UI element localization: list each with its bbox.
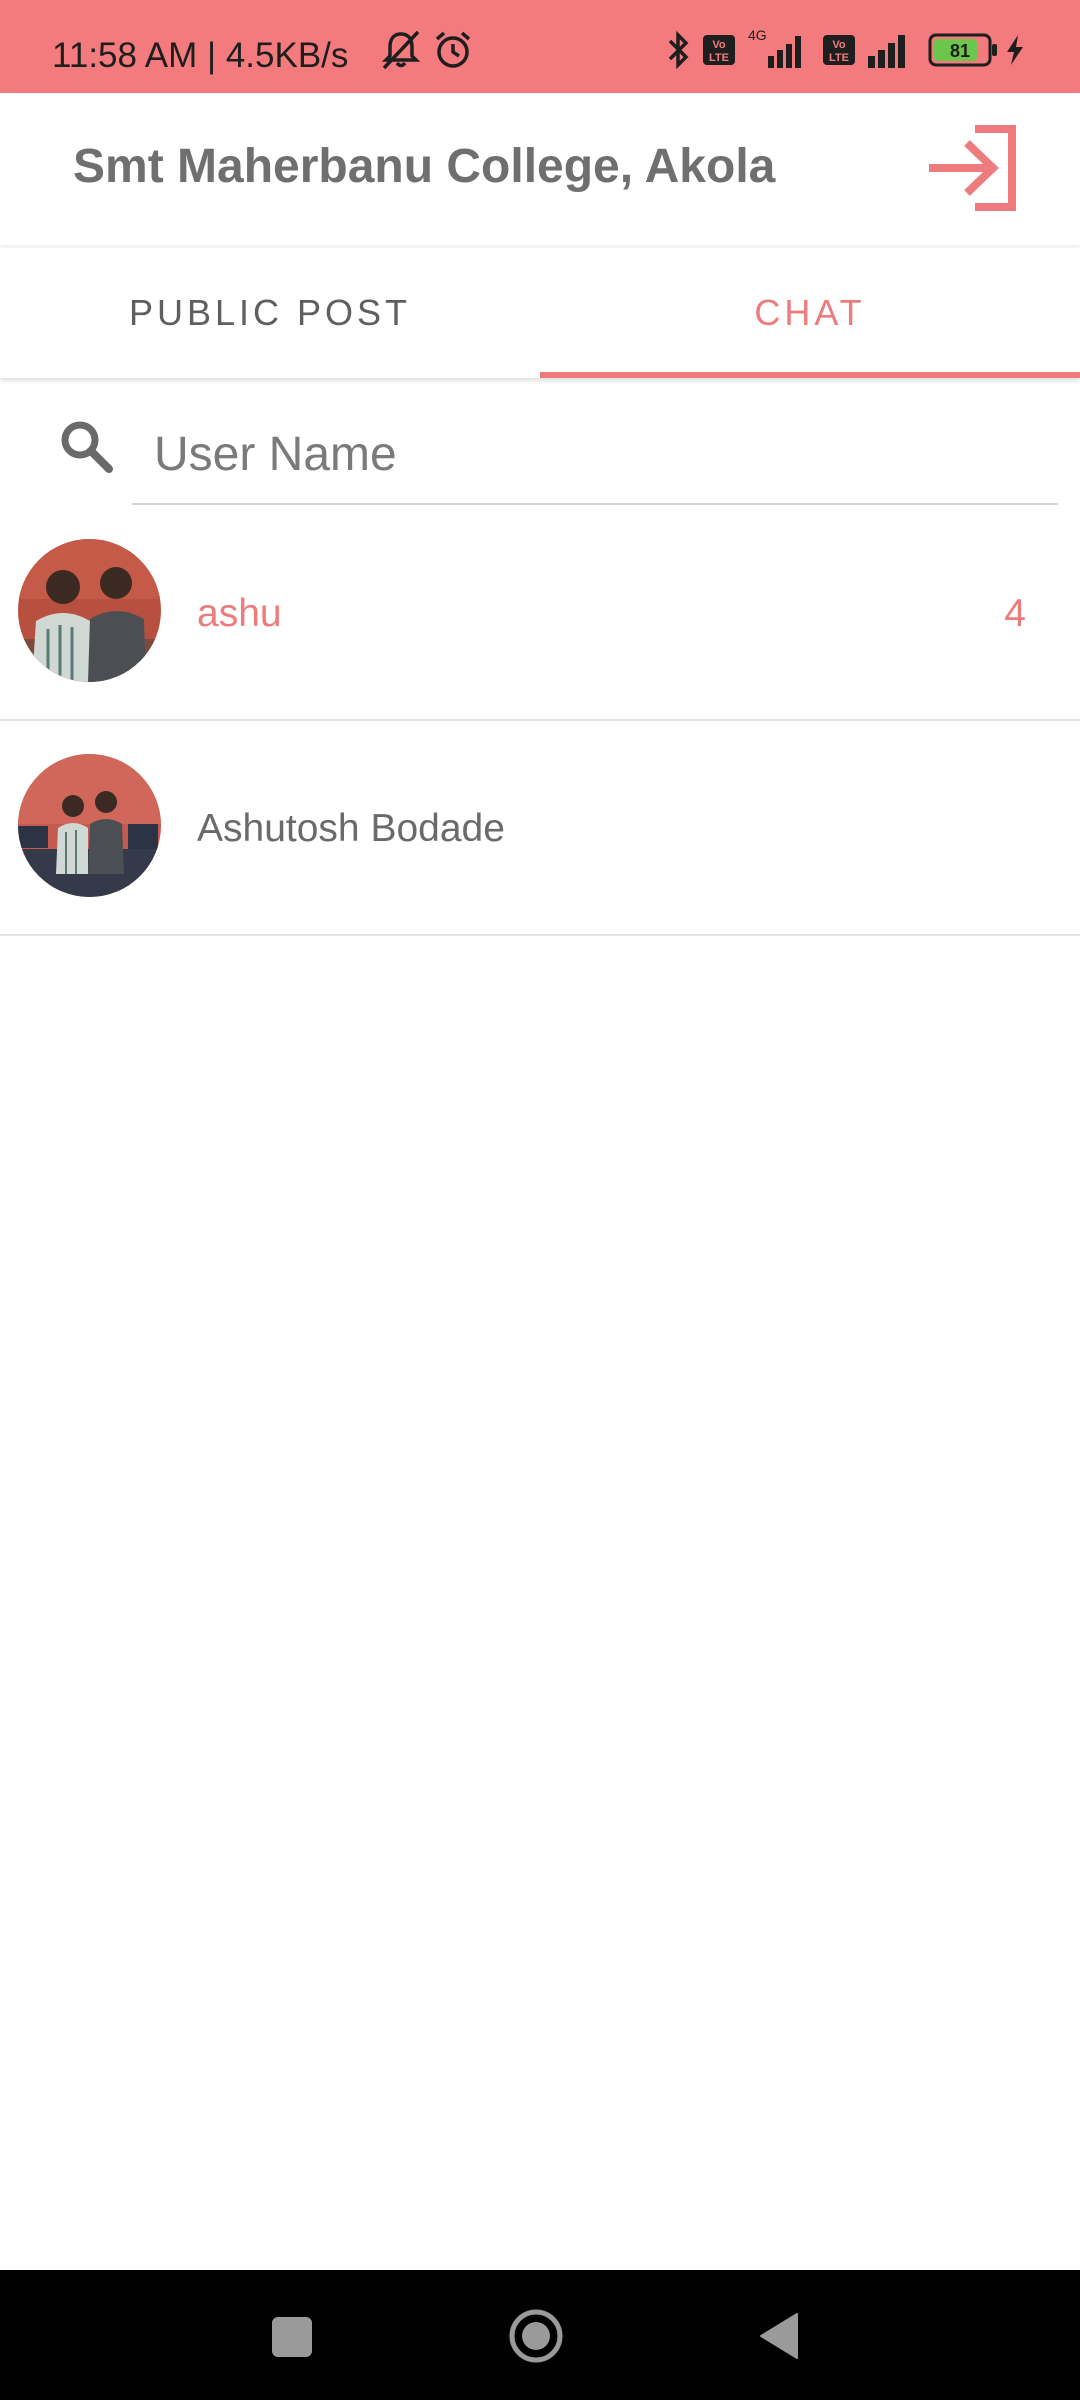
status-icons: Vo LTE 4G Vo LTE 81	[381, 27, 1080, 70]
svg-text:Vo: Vo	[832, 39, 846, 51]
bluetooth-icon	[668, 30, 689, 70]
system-nav-bar	[0, 2270, 1080, 2400]
chat-name: Ashutosh Bodade	[197, 807, 505, 850]
battery-level: 81	[950, 41, 970, 61]
logout-icon	[929, 125, 1016, 211]
volte-icon: Vo LTE	[823, 35, 855, 65]
chat-name: ashu	[197, 592, 282, 635]
status-time: 11:58 AM | 4.5KB/s	[52, 36, 349, 75]
tab-indicator	[540, 372, 1080, 378]
network-type-label: 4G	[748, 27, 767, 43]
list-item[interactable]: Ashutosh Bodade	[0, 722, 1080, 936]
svg-text:Vo: Vo	[712, 39, 726, 51]
svg-text:LTE: LTE	[709, 52, 729, 64]
tab-bar: PUBLIC POST CHAT	[0, 248, 1080, 378]
tab-public-post[interactable]: PUBLIC POST	[0, 248, 540, 378]
status-bar: 11:58 AM | 4.5KB/s Vo LTE 4G Vo LTE 81	[0, 0, 1080, 93]
avatar	[18, 539, 161, 682]
home-button[interactable]	[508, 2308, 564, 2364]
svg-text:LTE: LTE	[829, 52, 849, 64]
logout-button[interactable]	[925, 123, 1020, 215]
signal-icon: 4G	[748, 27, 801, 68]
tab-chat[interactable]: CHAT	[540, 248, 1080, 378]
unread-count-badge: 4	[1004, 592, 1026, 635]
alarm-icon	[435, 31, 471, 68]
search-input[interactable]	[132, 405, 1058, 505]
signal-icon	[868, 35, 905, 68]
app-bar: Smt Maherbanu College, Akola	[0, 93, 1080, 245]
search-icon	[61, 421, 113, 473]
charging-icon	[1007, 35, 1023, 65]
bell-off-icon	[381, 30, 421, 70]
recents-button[interactable]	[271, 2316, 313, 2358]
back-button[interactable]	[759, 2312, 799, 2360]
list-item[interactable]: ashu 4	[0, 507, 1080, 721]
avatar	[18, 754, 161, 897]
battery-icon: 81	[928, 33, 997, 67]
page-title: Smt Maherbanu College, Akola	[73, 140, 776, 193]
volte-icon: Vo LTE	[703, 35, 735, 65]
